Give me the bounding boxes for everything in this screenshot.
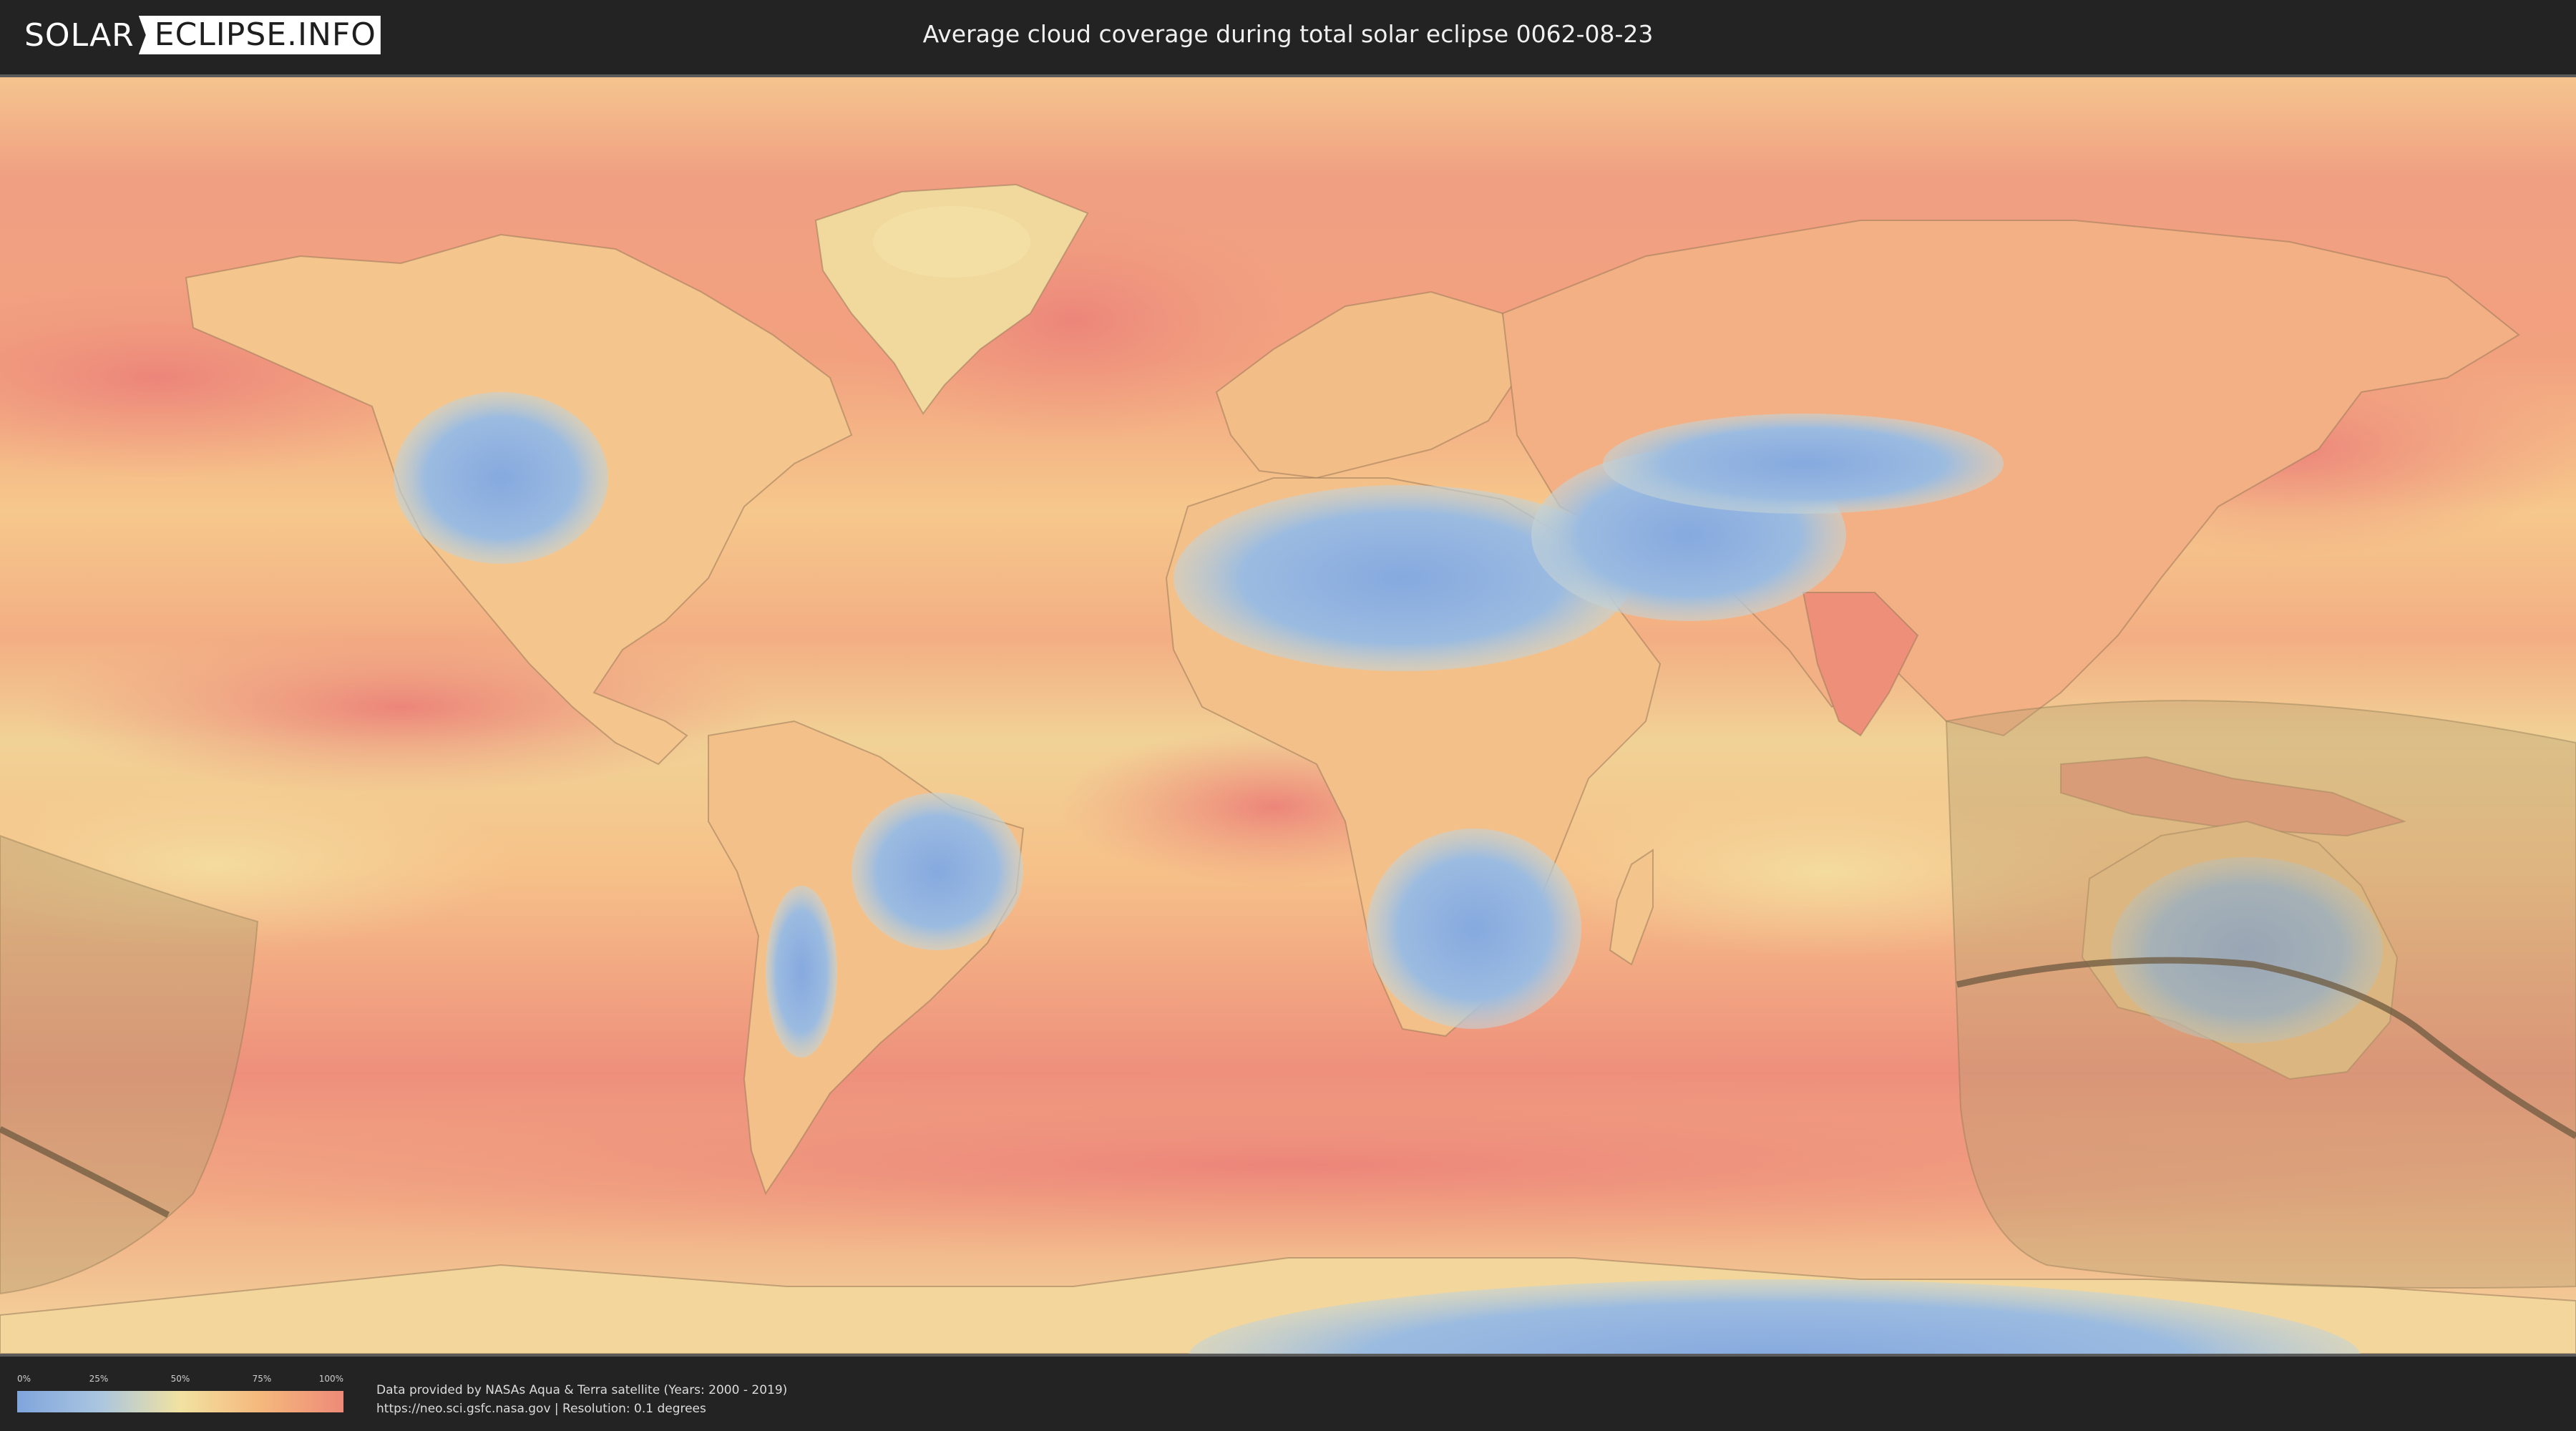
legend-tick-75: 75% xyxy=(252,1374,272,1384)
legend-tick-25: 25% xyxy=(89,1374,109,1384)
clear-region-central-asia xyxy=(1603,414,2004,514)
wet-band-east-pacific xyxy=(29,621,773,793)
legend-ticks: 0% 25% 50% 75% 100% xyxy=(17,1371,343,1388)
header: SOLAR ECLIPSE.INFO Average cloud coverag… xyxy=(0,0,2576,72)
credit-line-url[interactable]: https://neo.sci.gsfc.nasa.gov | Resoluti… xyxy=(376,1400,787,1418)
clear-region-southern-africa xyxy=(1367,829,1581,1029)
legend-tick-100: 100% xyxy=(318,1374,343,1384)
clear-region-brazil xyxy=(852,793,1023,950)
page-title: Average cloud coverage during total sola… xyxy=(922,20,1654,48)
legend-tick-0: 0% xyxy=(17,1374,31,1384)
legend-tick-50: 50% xyxy=(170,1374,190,1384)
cloud-coverage-map[interactable] xyxy=(0,74,2576,1357)
clear-region-western-us xyxy=(394,392,608,564)
map-svg xyxy=(0,77,2576,1354)
footer: 0% 25% 50% 75% 100% Data provided by NAS… xyxy=(0,1357,2576,1431)
eclipse-zone-east xyxy=(1945,700,2576,1289)
legend-color-bar xyxy=(17,1391,343,1412)
cloud-coverage-legend: 0% 25% 50% 75% 100% xyxy=(17,1371,343,1412)
credit-line-source: Data provided by NASAs Aqua & Terra sate… xyxy=(376,1383,788,1397)
clear-region-andes xyxy=(766,886,837,1058)
data-credits: Data provided by NASAs Aqua & Terra sate… xyxy=(376,1381,787,1418)
clear-region-greenland-interior xyxy=(873,206,1030,278)
